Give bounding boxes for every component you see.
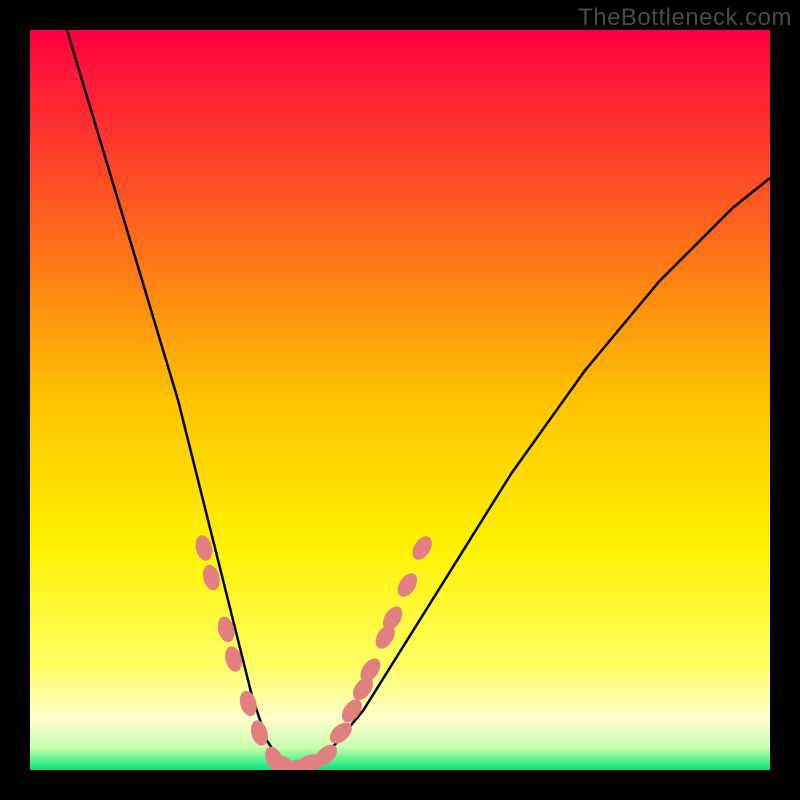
watermark-text: TheBottleneck.com [578, 4, 792, 32]
chart-frame: TheBottleneck.com [0, 0, 800, 800]
chart-svg [30, 30, 770, 770]
plot-background [30, 30, 770, 770]
